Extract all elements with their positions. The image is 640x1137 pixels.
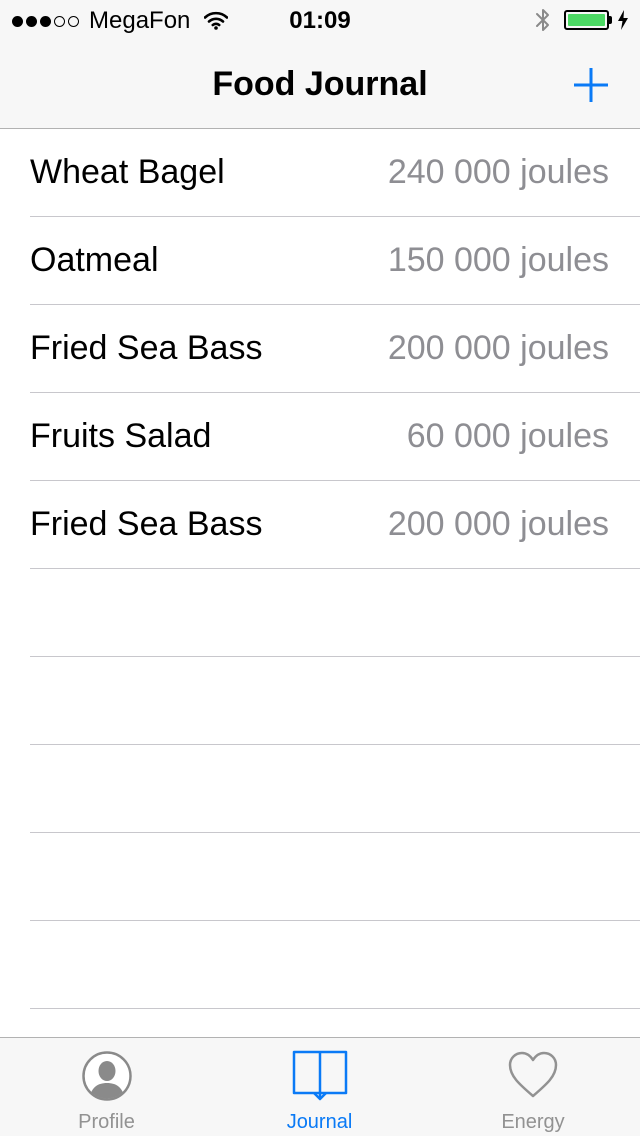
empty-row	[30, 921, 640, 1009]
plus-icon	[574, 68, 608, 102]
tab-journal[interactable]: Journal	[213, 1038, 426, 1137]
food-name: Oatmeal	[30, 241, 159, 279]
empty-row	[30, 833, 640, 921]
food-name: Wheat Bagel	[30, 153, 225, 191]
tab-label: Journal	[286, 1111, 353, 1133]
empty-row	[30, 569, 640, 657]
bluetooth-icon	[535, 6, 551, 39]
charging-icon	[617, 9, 629, 36]
list-item[interactable]: Wheat Bagel 240 000 joules	[30, 129, 640, 217]
add-entry-button[interactable]	[566, 60, 616, 110]
food-name: Fruits Salad	[30, 417, 212, 455]
tab-label: Energy	[501, 1111, 565, 1133]
page-title: Food Journal	[212, 65, 428, 103]
battery-icon	[564, 10, 609, 30]
food-name: Fried Sea Bass	[30, 329, 263, 367]
status-bar: MegaFon 01:09	[0, 0, 640, 40]
list-item[interactable]: Fried Sea Bass 200 000 joules	[30, 481, 640, 569]
food-energy: 240 000 joules	[387, 153, 609, 191]
food-energy: 200 000 joules	[387, 505, 609, 543]
list-item[interactable]: Fried Sea Bass 200 000 joules	[30, 305, 640, 393]
navigation-bar: Food Journal	[0, 40, 640, 128]
empty-row	[30, 657, 640, 745]
tab-profile[interactable]: Profile	[0, 1038, 213, 1137]
food-entry-list: Wheat Bagel 240 000 joules Oatmeal 150 0…	[0, 129, 640, 1009]
tab-energy[interactable]: Energy	[426, 1038, 640, 1137]
empty-row	[30, 745, 640, 833]
list-item[interactable]: Fruits Salad 60 000 joules	[30, 393, 640, 481]
profile-icon	[0, 1050, 213, 1102]
battery-tip	[609, 16, 612, 24]
list-item[interactable]: Oatmeal 150 000 joules	[30, 217, 640, 305]
tab-bar: Profile Journal Energy	[0, 1037, 640, 1136]
battery-level	[568, 14, 605, 26]
food-name: Fried Sea Bass	[30, 505, 263, 543]
book-icon	[213, 1050, 426, 1102]
header: MegaFon 01:09 Food Journal	[0, 0, 640, 129]
heart-icon	[426, 1050, 640, 1102]
food-energy: 150 000 joules	[387, 241, 609, 279]
tab-label: Profile	[78, 1111, 135, 1133]
food-energy: 60 000 joules	[406, 417, 609, 455]
food-energy: 200 000 joules	[387, 329, 609, 367]
